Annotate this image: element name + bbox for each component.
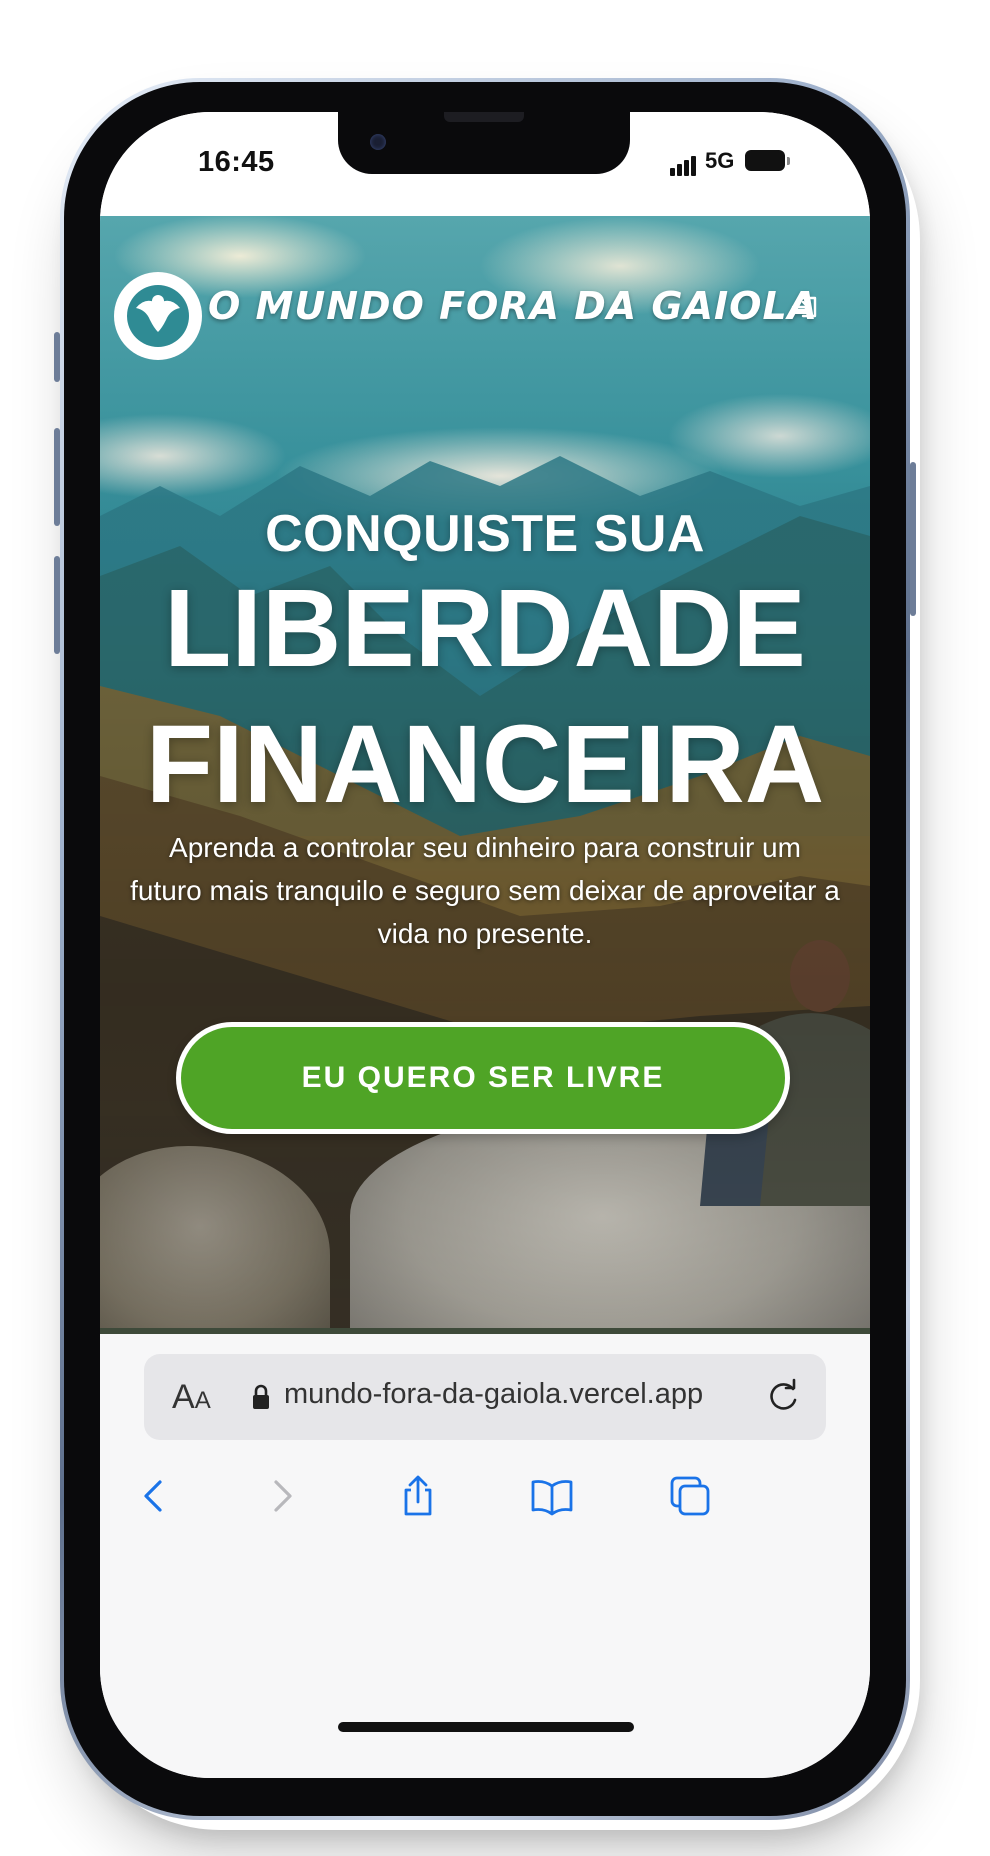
headline-small: CONQUISTE SUA <box>265 505 705 563</box>
battery-icon <box>745 150 790 171</box>
reload-icon[interactable] <box>764 1378 802 1416</box>
address-bar[interactable]: AA mundo-fora-da-gaiola.vercel.app <box>144 1354 826 1440</box>
headline-line-1: LIBERDADE <box>164 567 806 690</box>
share-icon[interactable] <box>396 1474 440 1518</box>
bird-logo-icon <box>118 276 198 356</box>
hero-subtitle: Aprenda a controlar seu dinheiro para co… <box>130 832 840 949</box>
notch <box>338 112 630 174</box>
volume-up-button <box>54 428 60 526</box>
tabs-icon[interactable] <box>668 1474 712 1518</box>
forward-icon[interactable] <box>260 1474 304 1518</box>
hero-section: O MUNDO FORA DA GAIOLA CONQUISTE SUA LIB… <box>100 216 870 1328</box>
mute-switch <box>54 332 60 382</box>
logo-badge[interactable] <box>114 272 202 360</box>
login-icon[interactable] <box>790 292 820 322</box>
signal-icon <box>670 154 700 176</box>
headline-line-2: FINANCEIRA <box>145 703 825 826</box>
lock-icon <box>253 1384 269 1409</box>
phone-screen: 16:45 5G O MUNDO FORA DA GAIOLA CONQUIST… <box>100 112 870 1778</box>
back-icon[interactable] <box>132 1474 176 1518</box>
front-camera <box>370 134 386 150</box>
speaker <box>444 112 524 122</box>
url-text[interactable]: mundo-fora-da-gaiola.vercel.app <box>284 1378 703 1411</box>
status-bar: 16:45 5G <box>100 112 870 216</box>
network-type: 5G <box>705 148 735 173</box>
brand-title[interactable]: O MUNDO FORA DA GAIOLA <box>208 284 818 328</box>
volume-down-button <box>54 556 60 654</box>
text-size-button[interactable]: AA <box>172 1378 211 1417</box>
home-indicator[interactable] <box>338 1722 634 1732</box>
cta-button[interactable]: EU QUERO SER LIVRE <box>176 1022 790 1134</box>
status-time: 16:45 <box>198 146 275 178</box>
bookmarks-icon[interactable] <box>530 1474 574 1518</box>
power-button <box>910 462 916 616</box>
browser-chrome: AA mundo-fora-da-gaiola.vercel.app <box>100 1328 870 1778</box>
